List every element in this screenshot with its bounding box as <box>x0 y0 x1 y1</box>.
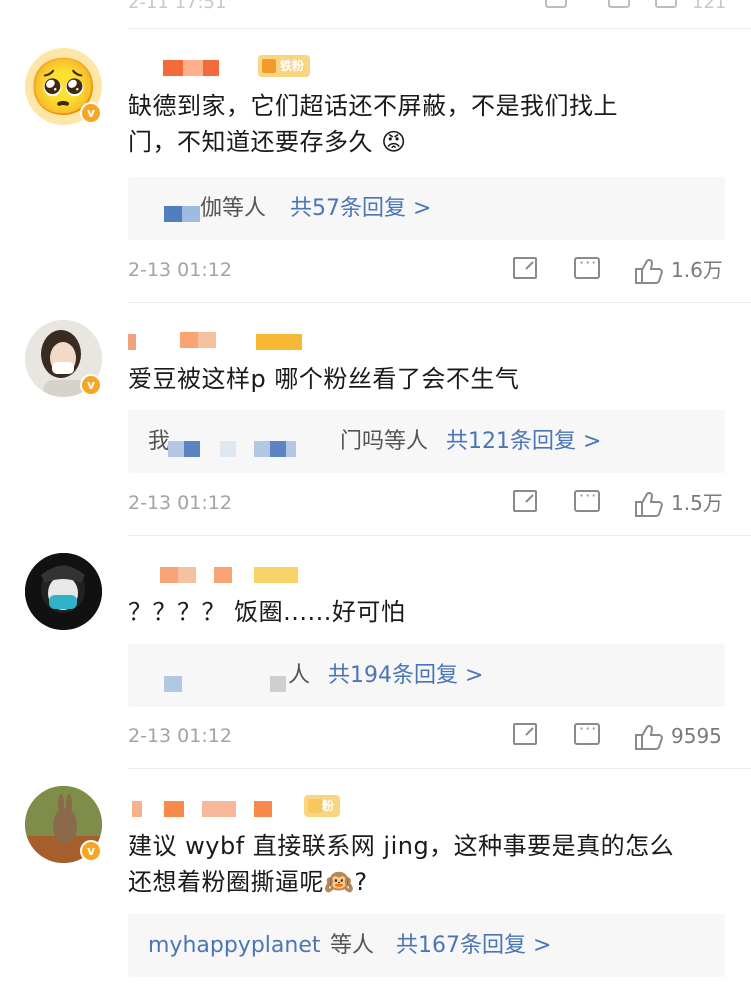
avatar[interactable] <box>25 553 102 630</box>
like-count: 1.5万 <box>671 491 723 515</box>
redacted-name <box>164 206 182 222</box>
fan-badge-icon <box>262 59 276 73</box>
reply-names: 我 <box>148 429 171 454</box>
comment-time: 2-13 01:12 <box>128 492 232 514</box>
comment-meta: 2-13 01:12 1.6万 <box>128 253 728 285</box>
divider <box>128 28 751 29</box>
verified-badge-icon: v <box>80 102 102 124</box>
fan-badge-label: 铁粉 <box>280 59 305 73</box>
comment-time: 2-13 01:12 <box>128 259 232 281</box>
reply-count-link[interactable]: 共121条回复 > <box>446 428 601 456</box>
angry-emoji-icon: 😡 <box>381 128 407 156</box>
comment-text-line: 缺德到家，它们超话还不屏蔽，不是我们找上 <box>128 92 618 120</box>
comment-time: 2-13 01:12 <box>128 725 232 747</box>
comment-icon[interactable] <box>608 0 630 8</box>
reply-names: 门吗等人 <box>340 429 429 454</box>
like-icon[interactable] <box>655 0 677 8</box>
comment-icon[interactable] <box>574 719 600 745</box>
comment-meta: 2-13 01:12 9595 <box>128 719 728 751</box>
monkey-emoji-icon: 🙉 <box>324 868 355 896</box>
divider <box>128 768 751 769</box>
comment-meta: 2-13 01:12 1.5万 <box>128 486 728 518</box>
share-icon[interactable] <box>545 0 567 8</box>
fan-badge-icon <box>308 799 322 813</box>
share-icon[interactable] <box>513 723 537 745</box>
like-count: 1.6万 <box>671 258 723 282</box>
comment-text: 缺德到家，它们超话还不屏蔽，不是我们找上 门，不知道还要存多久 😡 <box>128 88 728 160</box>
divider <box>128 535 751 536</box>
comment-text-end: ? <box>354 868 368 896</box>
comment-text: 建议 wybf 直接联系网 jing，这种事要是真的怎么 还想着粉圈撕逼呢🙉? <box>128 828 728 900</box>
share-icon[interactable] <box>513 257 537 279</box>
reply-count-link[interactable]: 共167条回复 > <box>396 932 551 960</box>
reply-preview[interactable]: 我 门吗等人 共121条回复 > <box>128 410 725 473</box>
comment-text-line: 还想着粉圈撕逼呢 <box>128 868 324 896</box>
fan-badge: 铁粉 <box>258 55 311 77</box>
fan-badge-label: 粉 <box>322 799 335 813</box>
comment-icon[interactable] <box>574 486 600 512</box>
reply-count-link[interactable]: 共194条回复 > <box>328 662 483 690</box>
like-icon[interactable] <box>633 723 663 751</box>
fan-badge: 粉 <box>304 795 341 817</box>
previous-like-count: 121 <box>692 0 727 13</box>
verified-badge-icon: v <box>80 374 102 396</box>
share-icon[interactable] <box>513 490 537 512</box>
comment-text: ？？？？ 饭圈......好可怕 <box>128 598 406 626</box>
divider <box>128 302 751 303</box>
avatar-image <box>25 553 102 630</box>
previous-comment-meta: 2-11 17:51 121 <box>0 0 751 14</box>
reply-preview[interactable]: myhappyplanet 等人 共167条回复 > <box>128 914 725 977</box>
comment-icon[interactable] <box>574 253 600 279</box>
comment-text-line: 建议 wybf 直接联系网 jing，这种事要是真的怎么 <box>128 832 675 860</box>
redacted-name <box>182 206 200 222</box>
reply-names: 人 <box>288 663 311 688</box>
previous-timestamp: 2-11 17:51 <box>128 0 227 13</box>
reply-preview[interactable]: 伽等人 共57条回复 > <box>128 177 725 240</box>
verified-badge-icon: v <box>80 840 102 862</box>
like-count: 9595 <box>671 724 722 748</box>
reply-user-link[interactable]: myhappyplanet <box>148 932 321 960</box>
like-icon[interactable] <box>633 490 663 518</box>
comment-text-line: 门，不知道还要存多久 <box>128 128 373 156</box>
like-icon[interactable] <box>633 257 663 285</box>
reply-names: 等人 <box>330 933 375 958</box>
reply-preview[interactable]: 人 共194条回复 > <box>128 644 725 707</box>
reply-count-link[interactable]: 共57条回复 > <box>290 195 431 223</box>
comment-text: 爱豆被这样p 哪个粉丝看了会不生气 <box>128 365 520 393</box>
reply-names: 伽等人 <box>200 196 267 221</box>
